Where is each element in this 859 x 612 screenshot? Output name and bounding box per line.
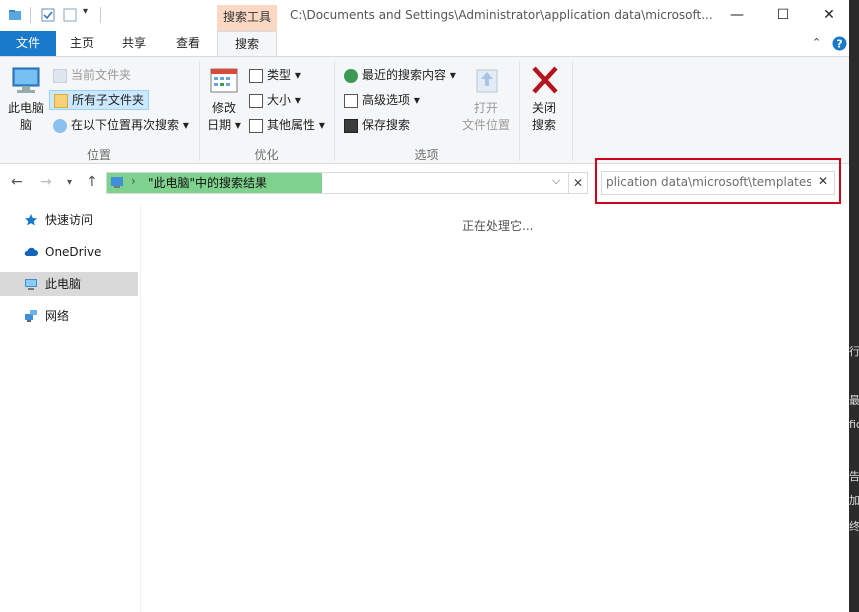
background-text: 最 (849, 394, 859, 407)
open-location-label: 打开 (473, 101, 498, 115)
date-modified-label: 修改 (211, 101, 236, 115)
maximize-button[interactable]: ☐ (760, 0, 806, 31)
other-properties-button[interactable]: 其他属性 ▾ (249, 115, 325, 135)
tab-view[interactable]: 查看 (168, 31, 208, 56)
breadcrumb-chevron-icon[interactable]: › (131, 174, 136, 188)
advanced-options-icon (344, 93, 358, 108)
save-search-label: 保存搜索 (362, 118, 411, 132)
sidebar-item-label: 网络 (45, 309, 70, 323)
kind-icon (249, 68, 263, 83)
properties-doc-icon (249, 118, 263, 133)
group-label-refine: 优化 (254, 148, 279, 162)
save-search-button[interactable]: 保存搜索 (344, 115, 410, 135)
search-location-icon (53, 118, 67, 133)
size-label: 大小 (267, 93, 292, 107)
divider (30, 7, 31, 23)
this-pc-label-2: 脑 (19, 118, 32, 132)
all-subfolders-label: 所有子文件夹 (72, 93, 145, 107)
sidebar-item-quick-access[interactable]: 快速访问 (0, 208, 138, 232)
window-title: C:\Documents and Settings\Administrator\… (290, 8, 713, 22)
group-label-location: 位置 (86, 148, 111, 162)
recent-searches-button[interactable]: 最近的搜索内容 ▾ (344, 65, 456, 85)
close-search-icon (532, 66, 558, 94)
explorer-icon (9, 10, 21, 20)
background-text: fic (849, 418, 859, 431)
advanced-options-button[interactable]: 高级选项 ▾ (344, 90, 420, 110)
size-icon (249, 93, 263, 108)
background-text: 终 (849, 520, 859, 533)
folder-icon (53, 68, 67, 83)
date-modified-button[interactable]: 修改 日期 ▾ (202, 100, 246, 134)
size-button[interactable]: 大小 ▾ (249, 90, 301, 110)
search-again-in-button[interactable]: 在以下位置再次搜索 ▾ (53, 115, 189, 135)
date-modified-label-2: 日期 (207, 118, 232, 132)
advanced-options-label: 高级选项 (362, 93, 411, 107)
recent-locations-chevron-icon[interactable]: ▾ (67, 177, 72, 188)
kind-button[interactable]: 类型 ▾ (249, 65, 301, 85)
sidebar-item-label: 快速访问 (45, 213, 94, 227)
address-text: "此电脑"中的搜索结果 (148, 176, 268, 190)
recent-searches-icon (344, 68, 358, 83)
contextual-tab-search-tools: 搜索工具 (217, 5, 277, 31)
close-button[interactable]: ✕ (806, 0, 852, 31)
subfolders-icon (54, 93, 68, 108)
divider (100, 7, 101, 23)
forward-arrow-icon[interactable]: → (40, 174, 52, 190)
open-location-icon (476, 69, 498, 93)
save-icon (344, 118, 358, 133)
cloud-icon (24, 247, 38, 256)
tab-file[interactable]: 文件 (0, 31, 56, 56)
tab-search[interactable]: 搜索 (217, 31, 277, 57)
kind-label: 类型 (267, 68, 292, 82)
all-subfolders-button[interactable]: 所有子文件夹 (49, 90, 150, 110)
current-folder-label: 当前文件夹 (71, 68, 132, 82)
highlight-box (595, 158, 841, 204)
up-arrow-icon[interactable]: ↑ (86, 174, 98, 190)
this-pc-button[interactable]: 此电脑脑 (6, 100, 46, 134)
new-folder-icon[interactable] (63, 8, 77, 22)
properties-icon[interactable] (41, 8, 55, 22)
computer-icon (25, 279, 37, 290)
network-icon (25, 310, 37, 322)
close-search-label-2: 搜索 (531, 118, 556, 132)
customize-quick-access-icon[interactable]: ▾ (83, 6, 88, 17)
tab-home[interactable]: 主页 (62, 31, 102, 56)
back-arrow-icon[interactable]: ← (11, 174, 23, 190)
recent-searches-label: 最近的搜索内容 (362, 68, 447, 82)
open-location-label-2: 文件位置 (461, 118, 510, 132)
sidebar-item-label: 此电脑 (45, 277, 82, 291)
computer-icon (12, 67, 40, 93)
collapse-ribbon-icon[interactable]: ⌃ (812, 36, 821, 49)
minimize-button[interactable]: — (714, 0, 760, 31)
open-file-location-button[interactable]: 打开 文件位置 (458, 100, 514, 134)
computer-icon (111, 177, 123, 188)
group-divider (519, 61, 520, 161)
star-icon (25, 214, 37, 226)
tab-share[interactable]: 共享 (114, 31, 154, 56)
background-text: 告 (849, 470, 859, 483)
group-label-options: 选项 (414, 148, 439, 162)
help-icon[interactable]: ? (832, 36, 847, 51)
sidebar-item-onedrive[interactable]: OneDrive (0, 240, 138, 264)
group-divider (572, 61, 573, 161)
search-again-in-label: 在以下位置再次搜索 (71, 118, 180, 132)
background-text: 行 (849, 345, 859, 358)
background-text: 加 (849, 494, 859, 507)
address-dropdown-icon[interactable]: ⌵ (552, 174, 560, 188)
processing-status: 正在处理它... (462, 219, 534, 233)
pane-divider (140, 204, 141, 612)
calendar-icon (210, 68, 238, 93)
close-search-button[interactable]: 关闭 搜索 (524, 100, 564, 134)
current-folder-button[interactable]: 当前文件夹 (53, 65, 131, 85)
sidebar-item-label: OneDrive (45, 245, 102, 259)
stop-search-button[interactable]: ✕ (568, 172, 588, 194)
close-search-label: 关闭 (531, 101, 556, 115)
this-pc-label: 此电脑 (7, 101, 44, 115)
sidebar-item-network[interactable]: 网络 (0, 304, 138, 328)
other-properties-label: 其他属性 (267, 118, 316, 132)
svg-text:?: ? (836, 38, 842, 51)
sidebar-item-this-pc[interactable]: 此电脑 (0, 272, 138, 296)
